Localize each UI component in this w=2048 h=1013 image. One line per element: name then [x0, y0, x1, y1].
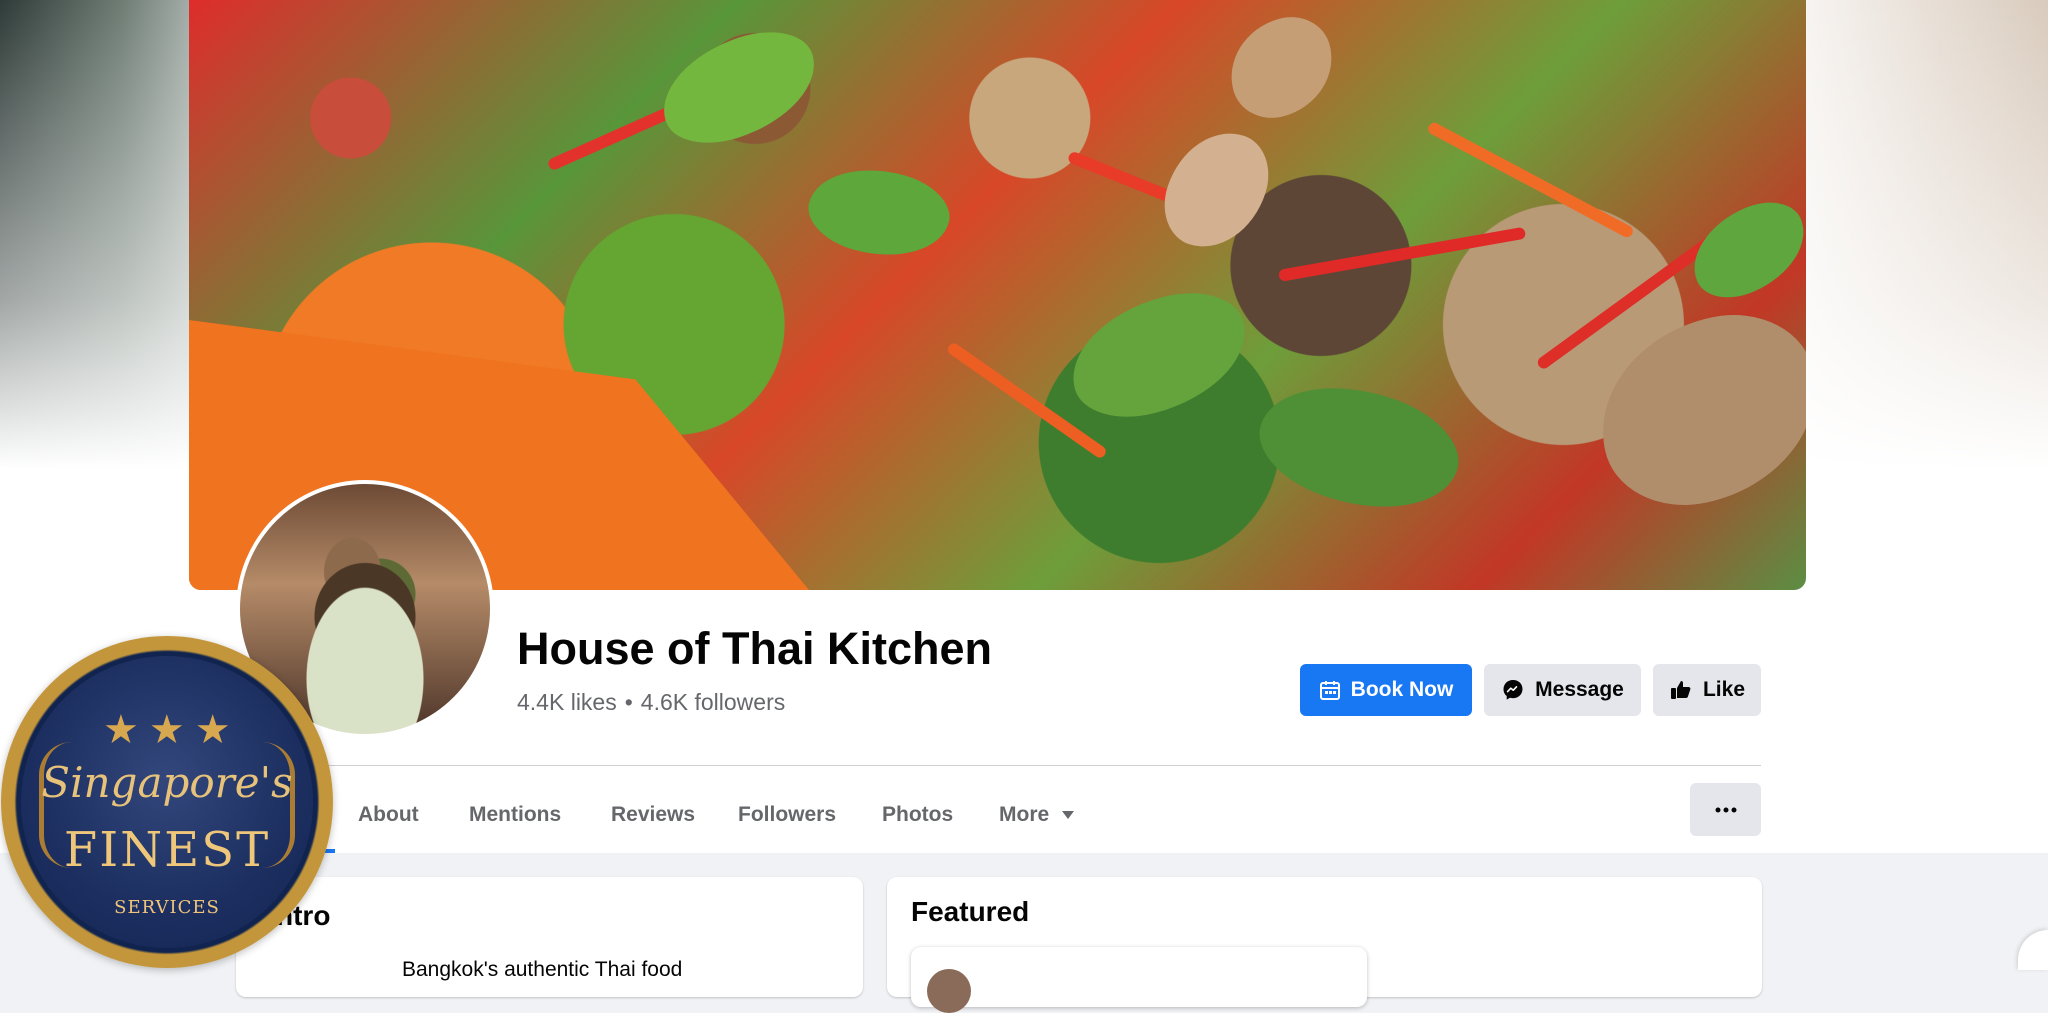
badge-finest-text: FINEST — [63, 822, 271, 878]
message-button[interactable]: Message — [1484, 664, 1641, 716]
cover-carrot-slice — [1426, 120, 1635, 240]
featured-post-avatar[interactable] — [927, 969, 971, 1013]
right-panel-edge — [2018, 930, 2048, 970]
cover-cilantro-leaf — [800, 153, 958, 272]
tab-about[interactable]: About — [358, 780, 419, 850]
messenger-icon — [1501, 678, 1525, 702]
featured-post-preview[interactable] — [911, 947, 1367, 1007]
likes-count[interactable]: 4.4K likes — [517, 689, 617, 715]
cover-chili-slice — [1277, 226, 1527, 282]
badge-stars: ★★★ — [103, 708, 241, 752]
tab-followers[interactable]: Followers — [738, 780, 836, 850]
cover-cilantro-leaf — [1245, 359, 1473, 536]
cover-fish-head — [1582, 299, 1806, 521]
like-label: Like — [1702, 678, 1746, 701]
book-now-label: Book Now — [1350, 678, 1454, 701]
cover-cilantro-leaf — [1677, 189, 1806, 311]
more-options-button[interactable] — [1690, 783, 1761, 836]
badge-script-text: Singapore's — [41, 758, 293, 807]
like-page-button[interactable]: Like — [1653, 664, 1761, 716]
featured-card: Featured — [887, 877, 1762, 1013]
intro-card: ntro Bangkok's authentic Thai food — [236, 877, 863, 997]
message-label: Message — [1535, 678, 1624, 701]
tab-more-label: More — [999, 803, 1050, 826]
followers-count[interactable]: 4.6K followers — [641, 689, 785, 715]
cover-cilantro-leaf — [1057, 278, 1261, 432]
cover-abalone — [1152, 118, 1281, 262]
tab-more[interactable]: More — [999, 780, 1075, 850]
tab-photos[interactable]: Photos — [882, 780, 953, 850]
page-title: House of Thai Kitchen — [517, 623, 993, 674]
more-horizontal-icon — [1714, 806, 1738, 814]
calendar-icon — [1319, 679, 1341, 701]
thumbs-up-icon — [1669, 678, 1693, 702]
stats-separator: • — [624, 689, 633, 715]
singapores-finest-badge: ★★★ Singapore's FINEST SERVICES — [1, 636, 333, 968]
featured-title: Featured — [911, 896, 1030, 927]
caret-down-icon — [1061, 810, 1075, 820]
tab-mentions[interactable]: Mentions — [469, 780, 561, 850]
cover-abalone — [1217, 7, 1346, 128]
badge-center: ★★★ Singapore's FINEST SERVICES — [21, 656, 313, 948]
book-now-button[interactable]: Book Now — [1300, 664, 1472, 716]
cover-cilantro-leaf — [648, 17, 830, 158]
intro-text: Bangkok's authentic Thai food — [402, 958, 683, 981]
page-stats: 4.4K likes • 4.6K followers — [517, 688, 785, 716]
header-divider — [308, 765, 1761, 766]
badge-services-text: SERVICES — [114, 897, 220, 918]
tab-reviews[interactable]: Reviews — [611, 780, 695, 850]
